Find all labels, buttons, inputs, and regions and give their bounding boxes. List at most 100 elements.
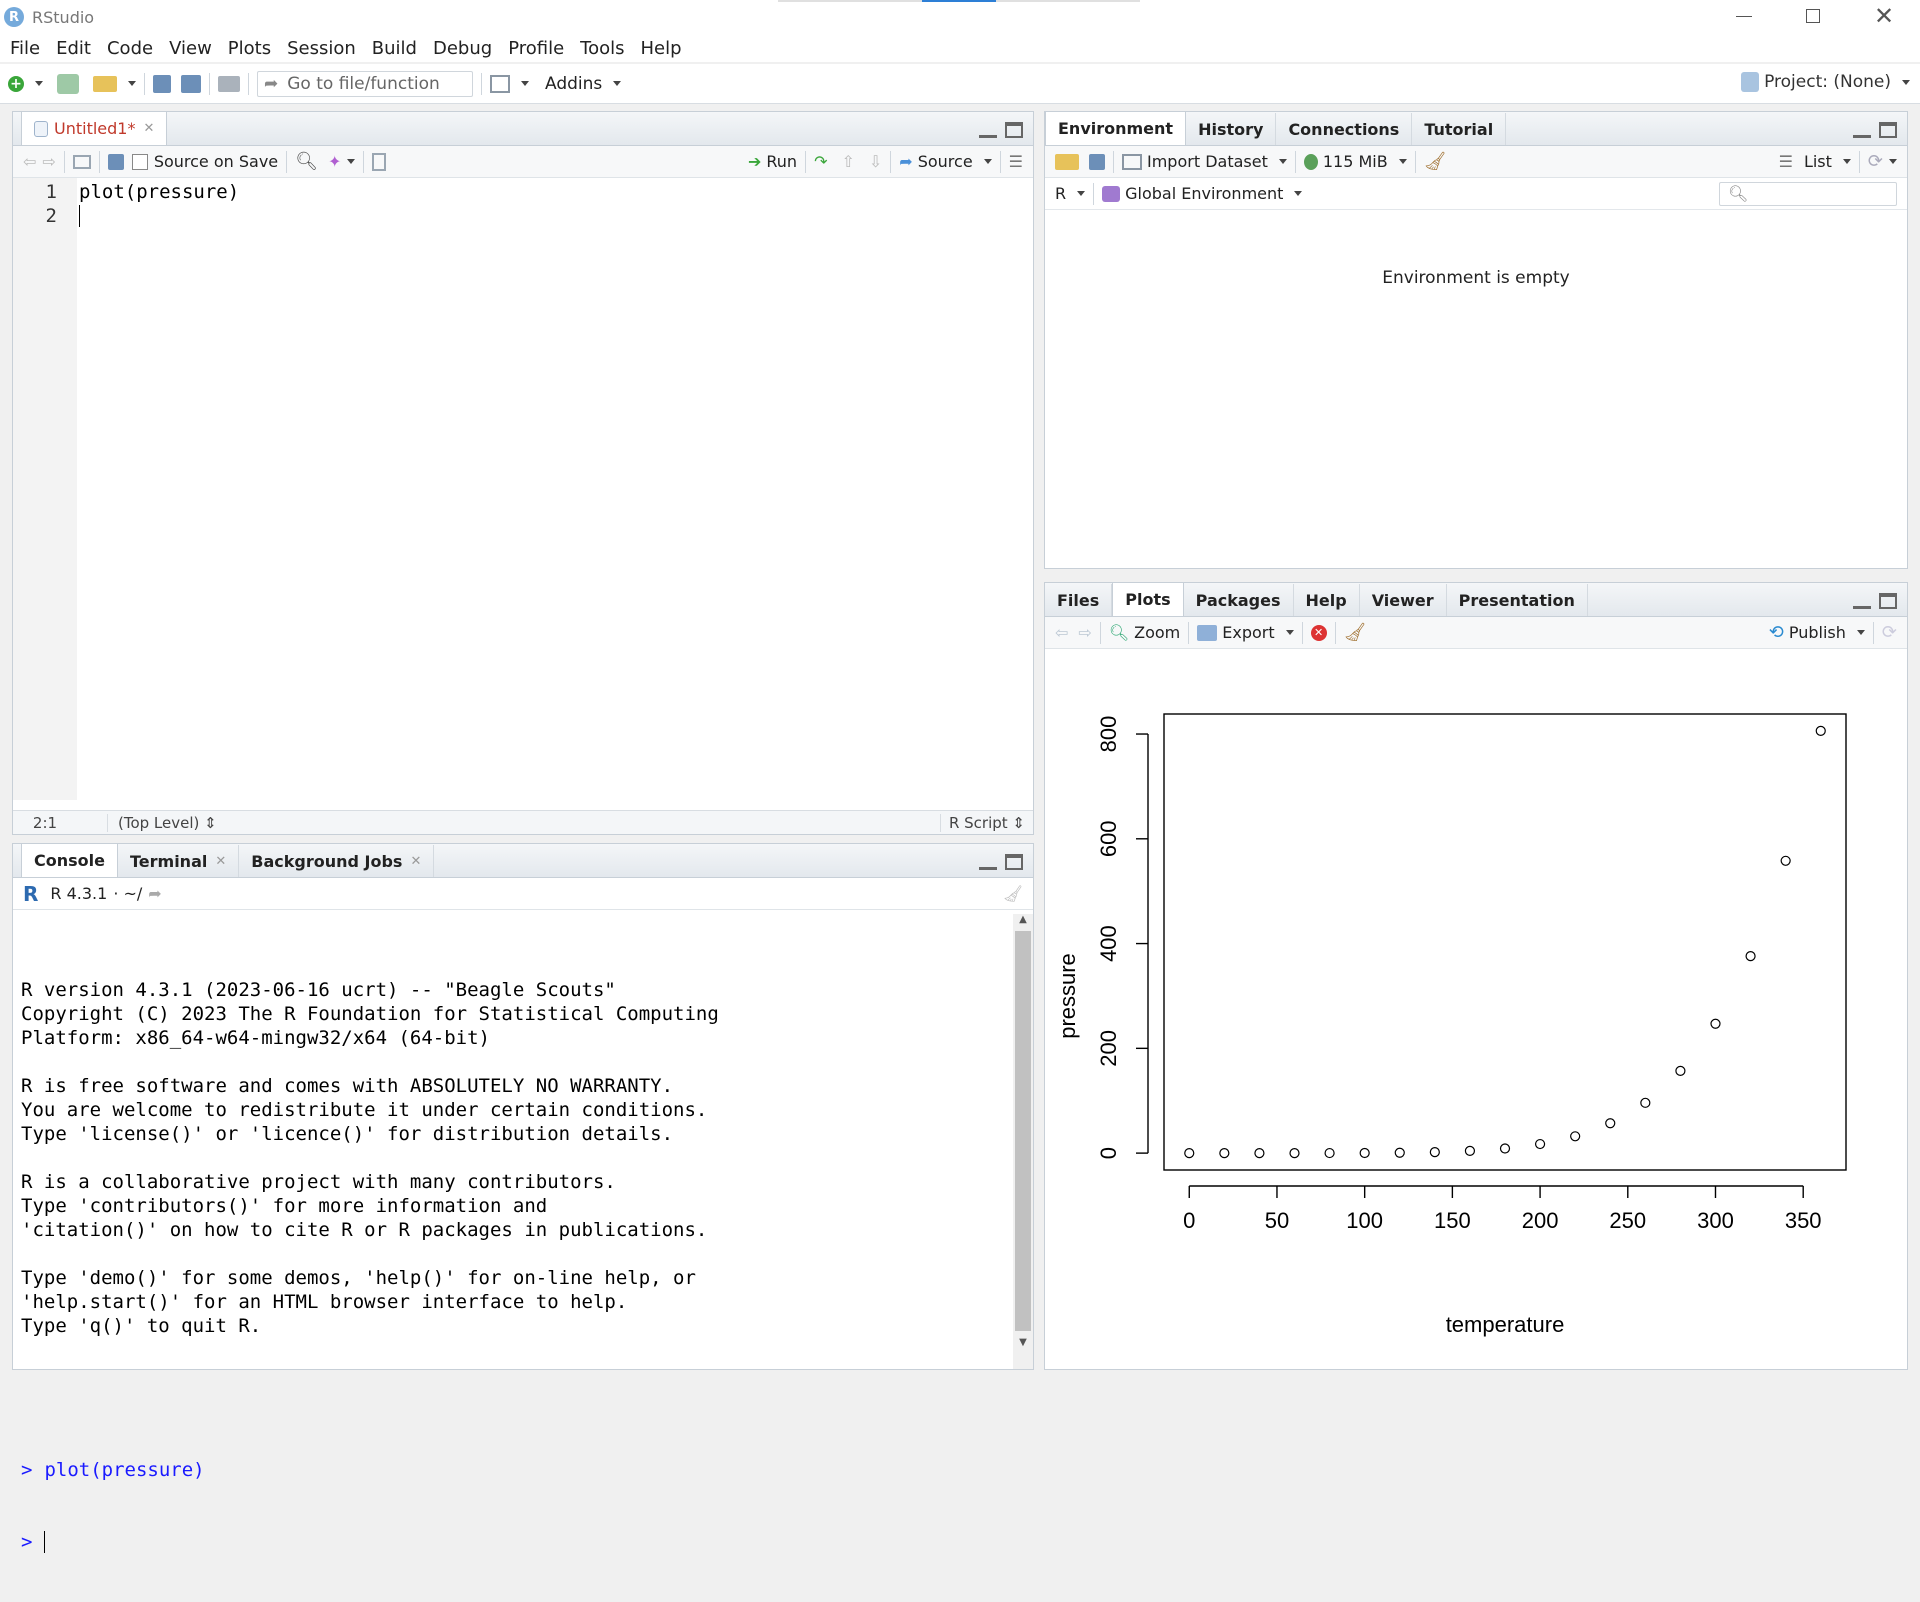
tab-history[interactable]: History — [1186, 113, 1277, 145]
menu-help[interactable]: Help — [633, 38, 690, 59]
window-close-button[interactable]: ✕ — [1874, 2, 1894, 30]
filetype-selector[interactable]: R Script ⇕ — [939, 813, 1033, 832]
tab-terminal[interactable]: Terminal ✕ — [118, 845, 240, 877]
data-point — [1289, 1147, 1300, 1159]
tab-environment[interactable]: Environment — [1045, 111, 1187, 145]
prompt-symbol: > — [21, 1531, 33, 1553]
next-plot-icon[interactable]: ⇨ — [1078, 623, 1091, 642]
scope-selector[interactable]: (Top Level) ⇕ — [107, 813, 217, 832]
maximize-pane-button[interactable] — [1879, 122, 1897, 138]
scope-label: Global Environment — [1125, 184, 1284, 203]
find-replace-icon[interactable]: 🔍︎ — [295, 151, 318, 172]
new-file-button[interactable]: + — [8, 75, 43, 92]
refresh-plot-icon[interactable]: ⟳ — [1882, 622, 1897, 643]
clear-console-icon[interactable]: 🧹︎ — [1003, 884, 1023, 903]
rerun-icon[interactable]: ↷ — [814, 152, 827, 171]
code-tools-icon[interactable]: ✦ — [328, 152, 341, 171]
language-selector[interactable]: R — [1055, 184, 1086, 203]
menu-plots[interactable]: Plots — [220, 38, 279, 59]
menu-code[interactable]: Code — [99, 38, 161, 59]
load-workspace-icon[interactable] — [1055, 153, 1079, 170]
menu-build[interactable]: Build — [364, 38, 425, 59]
console-output[interactable]: R version 4.3.1 (2023-06-16 ucrt) -- "Be… — [21, 930, 1011, 1553]
maximize-pane-button[interactable] — [1005, 854, 1023, 870]
go-next-section-icon[interactable]: ⇩ — [869, 152, 882, 171]
source-on-save-checkbox[interactable] — [131, 153, 148, 170]
publish-icon: ⟲ — [1768, 622, 1784, 643]
menu-bar: File Edit Code View Plots Session Build Debug Pr… — [0, 34, 1920, 62]
grid-icon — [490, 74, 510, 93]
tab-background-jobs[interactable]: Background Jobs ✕ — [239, 845, 435, 877]
save-all-button[interactable] — [181, 74, 201, 93]
menu-file[interactable]: File — [2, 38, 48, 59]
memory-usage-button[interactable]: 115 MiB — [1303, 152, 1407, 171]
run-button[interactable]: ➔ Run — [748, 152, 797, 171]
minimize-pane-button[interactable] — [1853, 122, 1871, 138]
menu-debug[interactable]: Debug — [425, 38, 500, 59]
addins-button[interactable]: Addins — [545, 74, 622, 94]
source-button[interactable]: ➦ Source — [899, 152, 992, 171]
goto-file-function[interactable]: ➦ Go to file/function — [257, 70, 473, 97]
save-file-icon[interactable] — [107, 153, 124, 170]
remove-plot-icon[interactable]: ✕ — [1310, 624, 1327, 641]
editor-tabbar: Untitled1* ✕ — [13, 111, 1033, 146]
tab-presentation[interactable]: Presentation — [1447, 584, 1588, 616]
environment-search-input[interactable]: 🔍︎ — [1719, 181, 1897, 206]
scroll-up-icon[interactable]: ▲ — [1013, 914, 1033, 925]
scope-selector[interactable]: Global Environment — [1102, 184, 1303, 203]
clear-objects-icon[interactable]: 🧹︎ — [1424, 151, 1447, 172]
project-menu-button[interactable]: Project: (None) — [1741, 72, 1910, 92]
minimize-pane-button[interactable] — [1853, 593, 1871, 609]
tab-packages[interactable]: Packages — [1184, 584, 1294, 616]
scroll-down-icon[interactable]: ▼ — [1013, 1337, 1033, 1348]
close-tab-icon[interactable]: ✕ — [143, 121, 154, 136]
tab-tutorial[interactable]: Tutorial — [1412, 113, 1507, 145]
back-icon[interactable]: ⇦ — [23, 152, 36, 171]
import-dataset-button[interactable]: Import Dataset — [1122, 152, 1287, 171]
menu-view[interactable]: View — [161, 38, 220, 59]
tab-files[interactable]: Files — [1045, 584, 1113, 616]
workspace-panes-button[interactable] — [490, 74, 529, 93]
close-terminal-icon[interactable]: ✕ — [215, 854, 226, 869]
show-in-window-icon[interactable] — [72, 154, 91, 169]
tab-console[interactable]: Console — [21, 843, 118, 877]
refresh-icon[interactable]: ⟳ — [1868, 151, 1883, 172]
menu-session[interactable]: Session — [279, 38, 364, 59]
maximize-pane-button[interactable] — [1879, 593, 1897, 609]
export-button[interactable]: Export — [1197, 623, 1294, 642]
data-point — [1429, 1147, 1440, 1158]
console-scrollbar[interactable]: ▲ ▼ — [1013, 914, 1033, 1369]
minimize-pane-button[interactable] — [979, 854, 997, 870]
forward-icon[interactable]: ⇨ — [42, 152, 55, 171]
publish-button[interactable]: ⟲ Publish — [1769, 622, 1865, 643]
go-to-dir-icon[interactable]: ➦ — [148, 884, 161, 903]
save-button[interactable] — [153, 74, 171, 93]
tab-connections[interactable]: Connections — [1276, 113, 1413, 145]
window-restore-button[interactable] — [1806, 9, 1820, 23]
new-project-button[interactable] — [57, 73, 79, 94]
tab-viewer[interactable]: Viewer — [1360, 584, 1447, 616]
compile-report-icon[interactable] — [372, 152, 387, 171]
menu-tools[interactable]: Tools — [572, 38, 632, 59]
clear-plots-icon[interactable]: 🧹︎ — [1344, 622, 1367, 643]
console-input-line[interactable]: > — [21, 1530, 1011, 1554]
close-jobs-icon[interactable]: ✕ — [410, 854, 421, 869]
save-workspace-icon[interactable] — [1089, 153, 1105, 170]
window-minimize-button[interactable] — [1736, 16, 1752, 17]
code-editor[interactable]: 1 plot(pressure) 2 — [13, 180, 1033, 800]
print-button[interactable] — [218, 75, 240, 92]
zoom-button[interactable]: 🔍︎ Zoom — [1109, 623, 1180, 642]
view-mode-button[interactable]: ☰ List — [1779, 152, 1851, 171]
menu-profile[interactable]: Profile — [500, 38, 572, 59]
tab-help[interactable]: Help — [1294, 584, 1360, 616]
previous-plot-icon[interactable]: ⇦ — [1055, 623, 1068, 642]
document-outline-icon[interactable]: ☰ — [1009, 152, 1023, 171]
open-file-button[interactable] — [93, 75, 136, 92]
tab-plots[interactable]: Plots — [1112, 582, 1184, 616]
tab-untitled1[interactable]: Untitled1* ✕ — [21, 111, 168, 145]
maximize-pane-button[interactable] — [1005, 122, 1023, 138]
minimize-pane-button[interactable] — [979, 122, 997, 138]
go-prev-section-icon[interactable]: ⇧ — [841, 152, 854, 171]
menu-edit[interactable]: Edit — [48, 38, 99, 59]
scrollbar-thumb[interactable] — [1015, 931, 1031, 1331]
